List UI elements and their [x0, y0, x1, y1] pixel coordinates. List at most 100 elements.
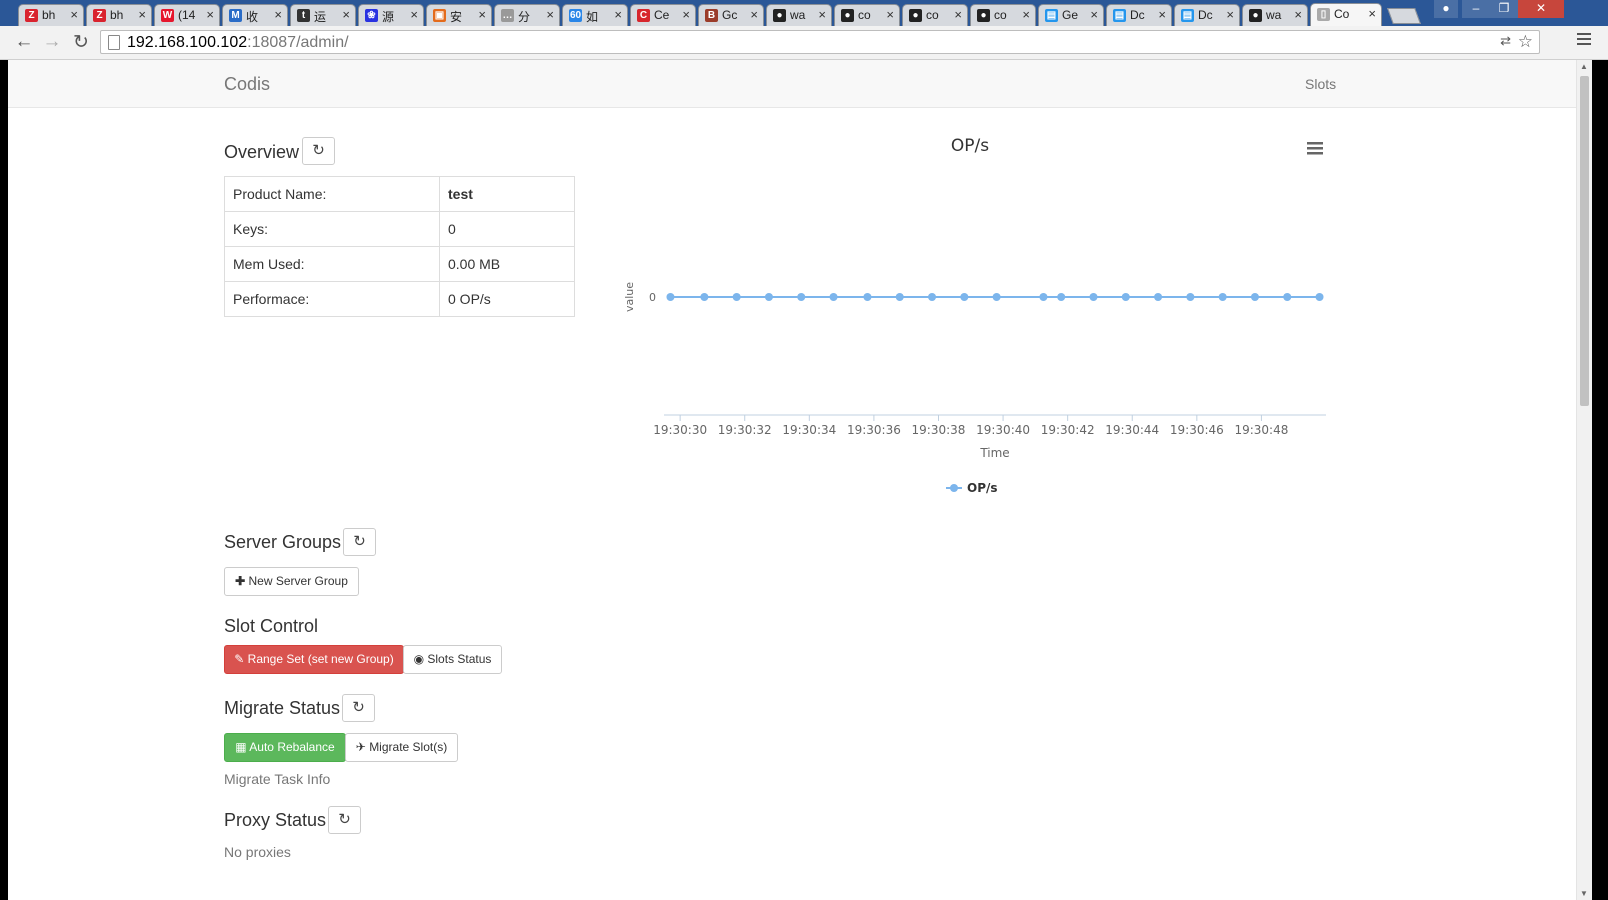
close-tab-icon[interactable]: × — [1090, 7, 1098, 22]
browser-tab[interactable]: ● co × — [970, 4, 1036, 26]
proxy-refresh-button[interactable]: ↻ — [328, 806, 361, 834]
github-icon: ● — [977, 9, 990, 22]
close-window-icon[interactable]: ✕ — [1518, 0, 1564, 18]
data-point[interactable] — [1283, 293, 1292, 301]
scroll-down-icon[interactable]: ▼ — [1580, 889, 1588, 898]
browser-tab[interactable]: B Gc × — [698, 4, 764, 26]
browser-tab[interactable]: ● wa × — [766, 4, 832, 26]
close-tab-icon[interactable]: × — [682, 7, 690, 22]
data-point[interactable] — [797, 293, 806, 301]
reload-icon[interactable]: ↻ — [69, 31, 93, 54]
browser-tab[interactable]: … 分 × — [494, 4, 560, 26]
scroll-up-icon[interactable]: ▲ — [1580, 62, 1588, 71]
zhihu-red-icon: Z — [25, 9, 38, 22]
close-tab-icon[interactable]: × — [886, 7, 894, 22]
x-tick-label: 19:30:34 — [782, 423, 836, 437]
browser-tab[interactable]: C Ce × — [630, 4, 696, 26]
maximize-icon[interactable]: ❐ — [1490, 0, 1518, 18]
data-point[interactable] — [1315, 293, 1324, 301]
scrollbar-thumb[interactable] — [1580, 76, 1589, 406]
browser-tab[interactable]: ▣ 安 × — [426, 4, 492, 26]
new-server-group-button[interactable]: ✚ New Server Group — [224, 567, 359, 596]
close-tab-icon[interactable]: × — [274, 7, 282, 22]
address-bar[interactable]: 192.168.100.102:18087/admin/ ⇄ ☆ — [100, 30, 1540, 54]
new-tab-button[interactable] — [1387, 8, 1421, 24]
bookmark-star-icon[interactable]: ☆ — [1518, 32, 1533, 52]
data-point[interactable] — [928, 293, 937, 301]
minimize-icon[interactable]: – — [1462, 0, 1490, 18]
data-point[interactable] — [764, 293, 773, 301]
data-point[interactable] — [666, 293, 675, 301]
nav-slots-link[interactable]: Slots — [1305, 76, 1336, 92]
close-tab-icon[interactable]: × — [1226, 7, 1234, 22]
browser-tab[interactable]: ▤ Dc × — [1106, 4, 1172, 26]
close-tab-icon[interactable]: × — [1368, 6, 1376, 21]
server-groups-refresh-button[interactable]: ↻ — [343, 528, 376, 556]
browser-tab[interactable]: ❀ 源 × — [358, 4, 424, 26]
forward-icon[interactable]: → — [40, 31, 64, 53]
browser-tab[interactable]: Zbh × — [18, 4, 84, 26]
close-tab-icon[interactable]: × — [1022, 7, 1030, 22]
browser-tab[interactable]: ● co × — [902, 4, 968, 26]
browser-tab[interactable]: ● wa × — [1242, 4, 1308, 26]
overview-refresh-button[interactable]: ↻ — [302, 137, 335, 165]
auto-rebalance-button[interactable]: ▦ Auto Rebalance — [224, 733, 346, 762]
data-point[interactable] — [1057, 293, 1066, 301]
close-tab-icon[interactable]: × — [818, 7, 826, 22]
x-axis-title: Time — [979, 446, 1009, 460]
close-tab-icon[interactable]: × — [1158, 7, 1166, 22]
close-tab-icon[interactable]: × — [206, 7, 214, 22]
data-point[interactable] — [700, 293, 709, 301]
t-icon: t — [297, 9, 310, 22]
browser-tab[interactable]: ▯ Co × — [1310, 3, 1382, 26]
data-point[interactable] — [1186, 293, 1195, 301]
browser-tab[interactable]: M 收 × — [222, 4, 288, 26]
browser-tab-label: Co — [1334, 7, 1350, 21]
browser-tab[interactable]: ▤ Ge × — [1038, 4, 1104, 26]
translate-icon[interactable]: ⇄ — [1500, 33, 1511, 49]
browser-tab[interactable]: ● co × — [834, 4, 900, 26]
data-point[interactable] — [1250, 293, 1259, 301]
browser-tab[interactable]: Zbh × — [86, 4, 152, 26]
data-point[interactable] — [960, 293, 969, 301]
close-tab-icon[interactable]: × — [954, 7, 962, 22]
migrate-slots-button[interactable]: ✈ Migrate Slot(s) — [345, 733, 458, 762]
legend-item-ops[interactable]: OP/s — [946, 481, 998, 495]
back-icon[interactable]: ← — [12, 31, 36, 53]
menu-icon[interactable] — [1577, 33, 1591, 48]
close-tab-icon[interactable]: × — [750, 7, 758, 22]
data-point[interactable] — [1218, 293, 1227, 301]
close-tab-icon[interactable]: × — [70, 7, 78, 22]
data-point[interactable] — [863, 293, 872, 301]
brand-link[interactable]: Codis — [224, 74, 270, 95]
user-icon[interactable]: ● — [1434, 0, 1458, 18]
browser-tab-label: 分 — [518, 10, 531, 24]
data-point[interactable] — [992, 293, 1001, 301]
close-tab-icon[interactable]: × — [342, 7, 350, 22]
page-scrollbar[interactable]: ▲ ▼ — [1576, 60, 1592, 900]
close-tab-icon[interactable]: × — [614, 7, 622, 22]
data-point[interactable] — [1089, 293, 1098, 301]
close-tab-icon[interactable]: × — [478, 7, 486, 22]
close-tab-icon[interactable]: × — [1294, 7, 1302, 22]
chart-menu-icon[interactable] — [1307, 142, 1323, 155]
browser-tab[interactable]: 60 如 × — [562, 4, 628, 26]
close-tab-icon[interactable]: × — [410, 7, 418, 22]
browser-tab[interactable]: t 运 × — [290, 4, 356, 26]
data-point[interactable] — [732, 293, 741, 301]
close-tab-icon[interactable]: × — [138, 7, 146, 22]
migrate-refresh-button[interactable]: ↻ — [342, 694, 375, 722]
data-point[interactable] — [1121, 293, 1130, 301]
data-point[interactable] — [1039, 293, 1048, 301]
pencil-icon: ✎ — [234, 652, 245, 666]
data-point[interactable] — [1154, 293, 1163, 301]
x-axis-ticks: 19:30:30 19:30:32 19:30:34 19:30:36 19:30:38… — [653, 415, 1288, 437]
slots-status-button[interactable]: ◉ Slots Status — [403, 645, 502, 674]
range-set-button[interactable]: ✎ Range Set (set new Group) — [224, 645, 404, 674]
data-point[interactable] — [829, 293, 838, 301]
browser-tab[interactable]: W (14 × — [154, 4, 220, 26]
data-point[interactable] — [895, 293, 904, 301]
baidu-paw-icon: ❀ — [365, 9, 378, 22]
browser-tab[interactable]: ▤ Dc × — [1174, 4, 1240, 26]
close-tab-icon[interactable]: × — [546, 7, 554, 22]
